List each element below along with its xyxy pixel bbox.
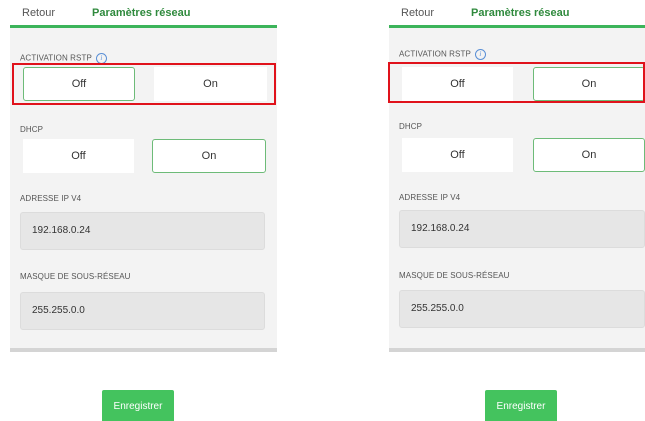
network-settings-screen-before: Retour Paramètres réseau ACTIVATION RSTP…: [10, 0, 277, 352]
ipv4-field[interactable]: 192.168.0.24: [20, 212, 265, 250]
dhcp-off-button[interactable]: Off: [23, 139, 134, 173]
save-button[interactable]: Enregistrer: [102, 390, 174, 421]
rstp-label: ACTIVATION RSTP: [20, 53, 92, 63]
header-underline: [10, 25, 277, 28]
dhcp-off-button[interactable]: Off: [402, 138, 513, 172]
subnet-field[interactable]: 255.255.0.0: [20, 292, 265, 330]
header: Retour Paramètres réseau: [389, 0, 645, 28]
ipv4-field[interactable]: 192.168.0.24: [399, 210, 645, 248]
dhcp-on-button[interactable]: On: [533, 138, 645, 172]
rstp-on-button[interactable]: On: [154, 67, 267, 101]
network-settings-screen-after: Retour Paramètres réseau ACTIVATION RSTP…: [389, 0, 645, 352]
panel-bottom-shadow: [10, 348, 277, 352]
subnet-label: MASQUE DE SOUS-RÉSEAU: [20, 272, 131, 281]
rstp-off-button[interactable]: Off: [23, 67, 135, 101]
info-icon[interactable]: i: [474, 49, 486, 60]
page-title: Paramètres réseau: [92, 7, 191, 19]
back-link[interactable]: Retour: [22, 7, 55, 19]
header-underline: [389, 25, 645, 28]
ipv4-label: ADRESSE IP V4: [20, 194, 82, 203]
subnet-label: MASQUE DE SOUS-RÉSEAU: [399, 271, 510, 280]
header: Retour Paramètres réseau: [10, 0, 277, 28]
info-icon[interactable]: i: [95, 53, 107, 64]
rstp-section-label: ACTIVATION RSTP i: [399, 49, 486, 60]
back-link[interactable]: Retour: [401, 7, 434, 19]
page-title: Paramètres réseau: [471, 7, 570, 19]
ipv4-label: ADRESSE IP V4: [399, 193, 461, 202]
rstp-label: ACTIVATION RSTP: [399, 49, 471, 59]
subnet-field[interactable]: 255.255.0.0: [399, 290, 645, 328]
save-button[interactable]: Enregistrer: [485, 390, 557, 421]
dhcp-label: DHCP: [20, 125, 44, 134]
panel-bottom-shadow: [389, 348, 645, 352]
dhcp-on-button[interactable]: On: [152, 139, 266, 173]
rstp-on-button[interactable]: On: [533, 67, 645, 101]
rstp-off-button[interactable]: Off: [402, 67, 513, 101]
rstp-section-label: ACTIVATION RSTP i: [20, 53, 107, 64]
dhcp-label: DHCP: [399, 122, 423, 131]
